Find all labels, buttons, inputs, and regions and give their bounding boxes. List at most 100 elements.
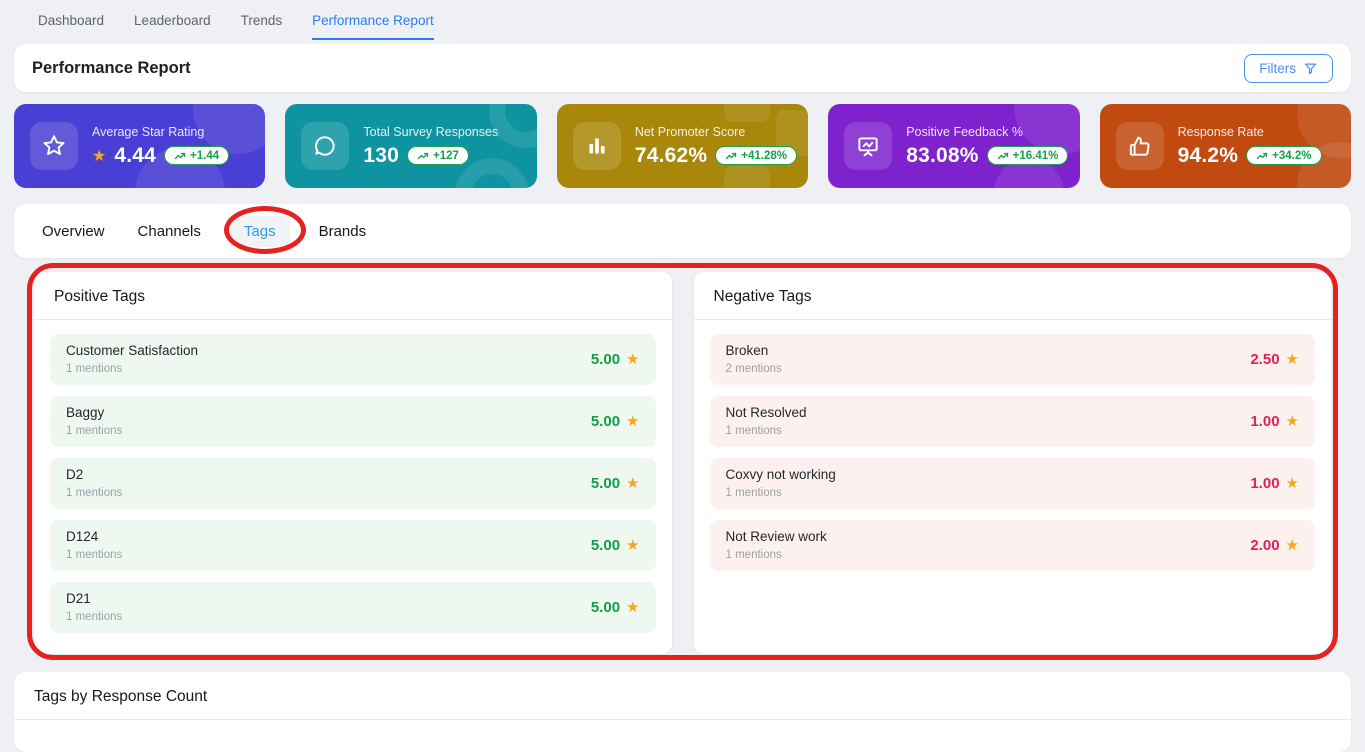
tag-row[interactable]: Coxvy not working 1 mentions 1.00 <box>710 458 1316 509</box>
kpi-delta-badge: +127 <box>407 146 469 165</box>
tag-rating: 2.50 <box>1250 350 1299 368</box>
kpi-card-net-promoter-score: Net Promoter Score 74.62% +41.28% <box>557 104 808 188</box>
tag-rating: 5.00 <box>591 412 640 430</box>
tag-row[interactable]: Customer Satisfaction 1 mentions 5.00 <box>50 334 656 385</box>
tag-rating: 5.00 <box>591 536 640 554</box>
tab-tags[interactable]: Tags <box>230 216 290 247</box>
positive-tags-panel: Positive Tags Customer Satisfaction 1 me… <box>34 272 672 654</box>
presentation-icon <box>844 122 892 170</box>
card-decoration <box>724 104 770 122</box>
negative-tags-title: Negative Tags <box>694 272 1332 320</box>
report-tabs: Overview Channels Tags Brands <box>14 204 1351 258</box>
tag-name: Coxvy not working <box>726 467 836 482</box>
nav-item-performance-report[interactable]: Performance Report <box>312 0 434 40</box>
star-icon <box>30 122 78 170</box>
tab-brands[interactable]: Brands <box>319 216 367 247</box>
tag-rating: 5.00 <box>591 350 640 368</box>
tag-row[interactable]: Not Review work 1 mentions 2.00 <box>710 520 1316 571</box>
tag-name: Customer Satisfaction <box>66 343 198 358</box>
tag-row[interactable]: Broken 2 mentions 2.50 <box>710 334 1316 385</box>
tag-mentions: 1 mentions <box>66 549 122 561</box>
star-icon <box>626 536 639 554</box>
trending-up-icon <box>174 150 186 162</box>
nav-item-dashboard[interactable]: Dashboard <box>38 0 104 40</box>
tag-mentions: 1 mentions <box>66 611 122 623</box>
tag-mentions: 2 mentions <box>726 363 782 375</box>
tag-mentions: 1 mentions <box>66 487 122 499</box>
kpi-value: 4.44 <box>114 144 156 168</box>
trending-up-icon <box>417 150 429 162</box>
tag-row[interactable]: Baggy 1 mentions 5.00 <box>50 396 656 447</box>
star-icon <box>1286 474 1299 492</box>
nav-item-leaderboard[interactable]: Leaderboard <box>134 0 211 40</box>
star-icon <box>1286 350 1299 368</box>
page-header: Performance Report Filters <box>14 44 1351 92</box>
kpi-card-total-survey-responses: Total Survey Responses 130 +127 <box>285 104 536 188</box>
kpi-delta-badge: +41.28% <box>715 146 797 165</box>
negative-tags-panel: Negative Tags Broken 2 mentions 2.50 Not… <box>694 272 1332 654</box>
tags-by-response-count-panel: Tags by Response Count <box>14 672 1351 752</box>
tag-row[interactable]: D124 1 mentions 5.00 <box>50 520 656 571</box>
kpi-card-response-rate: Response Rate 94.2% +34.2% <box>1100 104 1351 188</box>
tag-name: Not Review work <box>726 529 827 544</box>
kpi-label: Positive Feedback % <box>906 125 1068 139</box>
tag-mentions: 1 mentions <box>66 425 122 437</box>
top-navigation: Dashboard Leaderboard Trends Performance… <box>0 0 1365 40</box>
trending-up-icon <box>997 150 1009 162</box>
kpi-value: 83.08% <box>906 144 978 168</box>
card-decoration <box>724 166 770 188</box>
kpi-label: Average Star Rating <box>92 125 229 139</box>
kpi-value: 130 <box>363 144 399 168</box>
kpi-label: Total Survey Responses <box>363 125 498 139</box>
tab-channels[interactable]: Channels <box>138 216 201 247</box>
tag-mentions: 1 mentions <box>66 363 198 375</box>
tag-rating: 5.00 <box>591 474 640 492</box>
kpi-label: Net Promoter Score <box>635 125 797 139</box>
kpi-card-average-star-rating: Average Star Rating 4.44 +1.44 <box>14 104 265 188</box>
chat-bubble-icon <box>301 122 349 170</box>
kpi-delta-badge: +16.41% <box>987 146 1069 165</box>
star-icon <box>626 598 639 616</box>
kpi-delta-badge: +1.44 <box>164 146 229 165</box>
filters-button[interactable]: Filters <box>1244 54 1333 83</box>
tag-name: D2 <box>66 467 122 482</box>
kpi-label: Response Rate <box>1178 125 1322 139</box>
tag-mentions: 1 mentions <box>726 549 827 561</box>
trending-up-icon <box>725 150 737 162</box>
trending-up-icon <box>1256 150 1268 162</box>
tag-rating: 1.00 <box>1250 474 1299 492</box>
gold-star-icon <box>92 146 106 166</box>
star-icon <box>626 412 639 430</box>
filters-button-label: Filters <box>1259 61 1296 76</box>
star-icon <box>626 350 639 368</box>
tag-rating: 1.00 <box>1250 412 1299 430</box>
tag-row[interactable]: Not Resolved 1 mentions 1.00 <box>710 396 1316 447</box>
tag-mentions: 1 mentions <box>726 425 807 437</box>
tag-name: Baggy <box>66 405 122 420</box>
kpi-cards-row: Average Star Rating 4.44 +1.44 Total Sur… <box>14 104 1351 188</box>
tag-name: Broken <box>726 343 782 358</box>
kpi-card-positive-feedback: Positive Feedback % 83.08% +16.41% <box>828 104 1079 188</box>
funnel-icon <box>1303 61 1318 76</box>
tag-rating: 2.00 <box>1250 536 1299 554</box>
tags-content: Positive Tags Customer Satisfaction 1 me… <box>0 272 1365 654</box>
kpi-delta-badge: +34.2% <box>1246 146 1321 165</box>
tag-name: D124 <box>66 529 122 544</box>
tag-rating: 5.00 <box>591 598 640 616</box>
tags-by-response-count-title: Tags by Response Count <box>14 672 1351 720</box>
star-icon <box>1286 412 1299 430</box>
page-title: Performance Report <box>32 59 191 78</box>
bar-chart-icon <box>573 122 621 170</box>
kpi-value: 94.2% <box>1178 144 1239 168</box>
tag-name: Not Resolved <box>726 405 807 420</box>
tag-name: D21 <box>66 591 122 606</box>
thumbs-up-icon <box>1116 122 1164 170</box>
tab-overview[interactable]: Overview <box>42 216 105 247</box>
nav-item-trends[interactable]: Trends <box>241 0 283 40</box>
tag-row[interactable]: D2 1 mentions 5.00 <box>50 458 656 509</box>
star-icon <box>626 474 639 492</box>
star-icon <box>1286 536 1299 554</box>
tag-row[interactable]: D21 1 mentions 5.00 <box>50 582 656 633</box>
kpi-value: 74.62% <box>635 144 707 168</box>
tag-mentions: 1 mentions <box>726 487 836 499</box>
